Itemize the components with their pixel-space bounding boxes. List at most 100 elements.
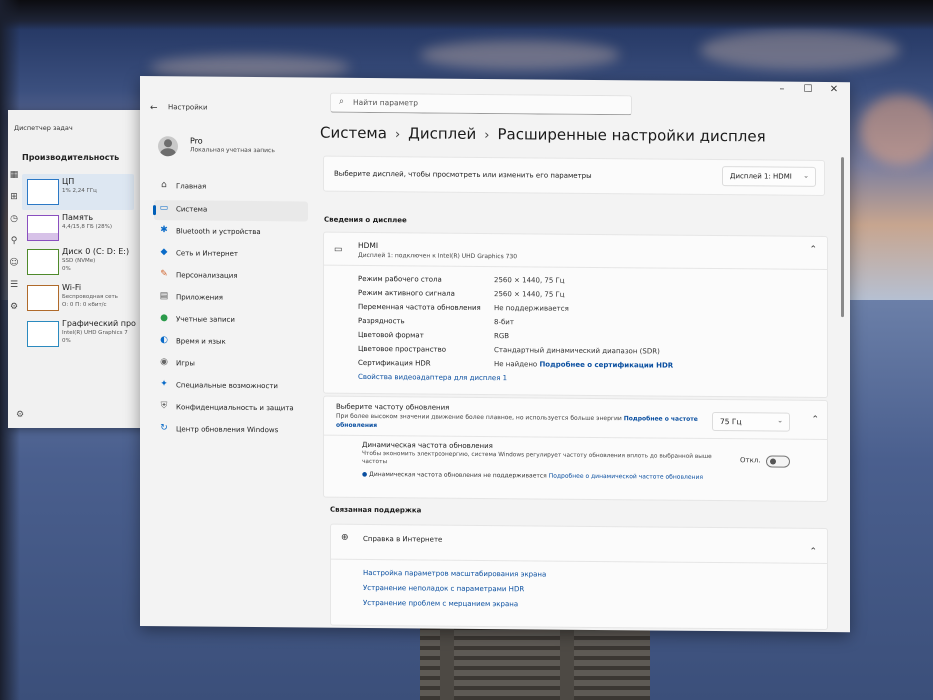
chevron-down-icon: ⌄	[777, 416, 783, 425]
refresh-rate-desc: При более высоком значении движение боле…	[336, 413, 698, 423]
user-avatar[interactable]	[158, 136, 178, 157]
tm-item-name: Wi-Fi	[62, 283, 82, 292]
nav-item-privacy[interactable]: ⛨ Конфиденциальность и защита	[154, 398, 308, 419]
wallpaper-cloud	[700, 30, 900, 70]
wallpaper-cloud	[860, 95, 933, 165]
close-button[interactable]: ✕	[822, 84, 846, 95]
accessibility-icon: ✦	[160, 379, 168, 390]
disk-graph	[27, 249, 59, 275]
divider	[324, 434, 827, 440]
support-link[interactable]: Настройка параметров масштабирования экр…	[363, 569, 546, 579]
info-key: Режим активного сигнала	[358, 288, 455, 298]
nav-item-apps[interactable]: ▤ Приложения	[154, 288, 308, 309]
task-manager-window[interactable]: Диспетчер задач Производительность ▦ ⊞ ◷…	[8, 110, 148, 428]
breadcrumb-system[interactable]: Система	[320, 124, 387, 143]
chevron-up-icon[interactable]: ⌃	[809, 547, 817, 557]
support-link[interactable]: Устранение проблем с мерцанием экрана	[363, 599, 518, 608]
update-icon: ↻	[160, 423, 168, 434]
task-manager-sidebar: ▦ ⊞ ◷ ⚲ ☺ ☰ ⚙	[8, 170, 20, 324]
info-key: Разрядность	[358, 316, 405, 326]
tm-item-name: Память	[62, 213, 94, 222]
monitor-icon: ▭	[334, 244, 343, 255]
scrollbar[interactable]	[841, 157, 844, 318]
processes-icon[interactable]: ▦	[8, 170, 20, 192]
startup-icon[interactable]: ⚲	[8, 236, 20, 258]
tm-item-gpu[interactable]: Графический про Intel(R) UHD Graphics 7 …	[22, 316, 136, 352]
breadcrumb-current: Расширенные настройки дисплея	[497, 125, 766, 146]
globe-clock-icon: ◐	[160, 335, 168, 346]
details-icon[interactable]: ☰	[8, 280, 20, 302]
cpu-graph	[27, 179, 59, 205]
task-manager-header: Производительность	[22, 153, 120, 162]
breadcrumb-display[interactable]: Дисплей	[408, 124, 476, 143]
nav-item-accounts[interactable]: ● Учетные записи	[154, 310, 308, 331]
online-help-title: Справка в Интернете	[363, 534, 443, 544]
support-link[interactable]: Устранение неполадок с параметрами HDR	[363, 584, 524, 593]
tm-item-wifi[interactable]: Wi-Fi Беспроводная сеть О: 0 П: 0 кбит/с	[22, 280, 134, 316]
dynamic-refresh-note: ● Динамическая частота обновления не под…	[362, 471, 703, 481]
history-icon[interactable]: ◷	[8, 214, 20, 236]
tm-item-name: Графический про	[62, 319, 136, 328]
chevron-right-icon: ›	[394, 127, 401, 143]
nav-item-bluetooth[interactable]: ✱ Bluetooth и устройства	[154, 222, 308, 243]
dynamic-refresh-link[interactable]: Подробнее о динамической частоте обновле…	[549, 473, 703, 481]
refresh-rate-card: Выберите частоту обновления При более вы…	[323, 395, 828, 503]
nav-item-time-language[interactable]: ◐ Время и язык	[154, 332, 308, 353]
info-value: Не найдено Подробнее о сертификации HDR	[494, 360, 673, 370]
display-dropdown-value: Дисплей 1: HDMI	[730, 172, 792, 181]
display-name: HDMI	[358, 240, 379, 251]
refresh-rate-dropdown[interactable]: 75 Гц ⌄	[712, 411, 790, 432]
settings-window[interactable]: – ☐ ✕ ← Настройки ⌕ Найти параметр Pro Л…	[140, 76, 850, 633]
tm-item-disk[interactable]: Диск 0 (C: D: E:) SSD (NVMe) 0%	[22, 244, 134, 280]
maximize-button[interactable]: ☐	[796, 84, 820, 95]
breadcrumb: Система › Дисплей › Расширенные настройки ди…	[320, 124, 766, 146]
info-value: 8-бит	[494, 318, 514, 327]
users-icon[interactable]: ☺	[8, 258, 20, 280]
nav-item-network[interactable]: ◆ Сеть и Интернет	[154, 244, 308, 265]
display-subtitle: Дисплей 1: подключен к Intel(R) UHD Grap…	[358, 251, 518, 261]
nav-item-label: Учетные записи	[176, 315, 235, 324]
tm-item-name: ЦП	[62, 177, 75, 186]
tm-item-sub: 4,4/15,8 ГБ (28%)	[62, 224, 112, 230]
adapter-properties-link[interactable]: Свойства видеоадаптера для дисплея 1	[358, 373, 507, 382]
minimize-button[interactable]: –	[770, 83, 794, 95]
nav-item-accessibility[interactable]: ✦ Специальные возможности	[154, 376, 308, 397]
display-info-section-title: Сведения о дисплее	[324, 215, 407, 225]
tm-item-sub: 1% 2,24 ГГц	[62, 188, 97, 194]
search-box[interactable]: ⌕ Найти параметр	[330, 92, 632, 116]
info-value: Не поддерживается	[494, 304, 569, 313]
nav-item-gaming[interactable]: ◉ Игры	[154, 354, 308, 375]
refresh-learn-more-link[interactable]: Подробнее о частоте	[624, 415, 698, 423]
performance-icon[interactable]: ⊞	[8, 192, 20, 214]
back-arrow-icon[interactable]: ←	[150, 103, 158, 113]
nav-item-system[interactable]: ▭ Система	[154, 200, 308, 222]
gamepad-icon: ◉	[160, 357, 168, 368]
settings-gear-icon[interactable]: ⚙	[16, 410, 24, 420]
divider	[324, 264, 827, 270]
info-value: 2560 × 1440, 75 Гц	[494, 276, 565, 285]
services-icon[interactable]: ⚙	[8, 302, 20, 324]
dynamic-refresh-toggle[interactable]	[766, 455, 790, 468]
nav-item-personalization[interactable]: ✎ Персонализация	[154, 266, 308, 287]
tm-item-sub: Intel(R) UHD Graphics 7 0%	[62, 330, 128, 344]
refresh-learn-more-link-2[interactable]: обновления	[336, 422, 377, 429]
nav-item-home[interactable]: ⌂ Главная	[154, 177, 308, 198]
globe-icon: ⊕	[341, 532, 349, 543]
tm-item-memory[interactable]: Память 4,4/15,8 ГБ (28%)	[22, 210, 134, 246]
chevron-up-icon[interactable]: ⌃	[811, 415, 819, 425]
search-icon: ⌕	[339, 96, 345, 107]
dynamic-refresh-desc: Чтобы экономить электроэнергию, система …	[362, 450, 712, 460]
display-dropdown[interactable]: Дисплей 1: HDMI ⌄	[722, 166, 816, 187]
brush-icon: ✎	[160, 269, 168, 280]
info-value: RGB	[494, 332, 510, 341]
tm-item-cpu[interactable]: ЦП 1% 2,24 ГГц	[22, 174, 134, 210]
divider	[331, 558, 827, 564]
tm-item-sub: SSD (NVMe) 0%	[62, 258, 96, 272]
wifi-graph	[27, 285, 59, 311]
related-support-title: Связанная поддержка	[330, 505, 422, 515]
hdr-certification-link[interactable]: Подробнее о сертификации HDR	[539, 360, 673, 369]
nav-item-windows-update[interactable]: ↻ Центр обновления Windows	[154, 420, 308, 441]
nav-item-label: Система	[176, 205, 208, 214]
chevron-up-icon[interactable]: ⌃	[809, 245, 817, 255]
tm-item-name: Диск 0 (C: D: E:)	[62, 247, 130, 256]
